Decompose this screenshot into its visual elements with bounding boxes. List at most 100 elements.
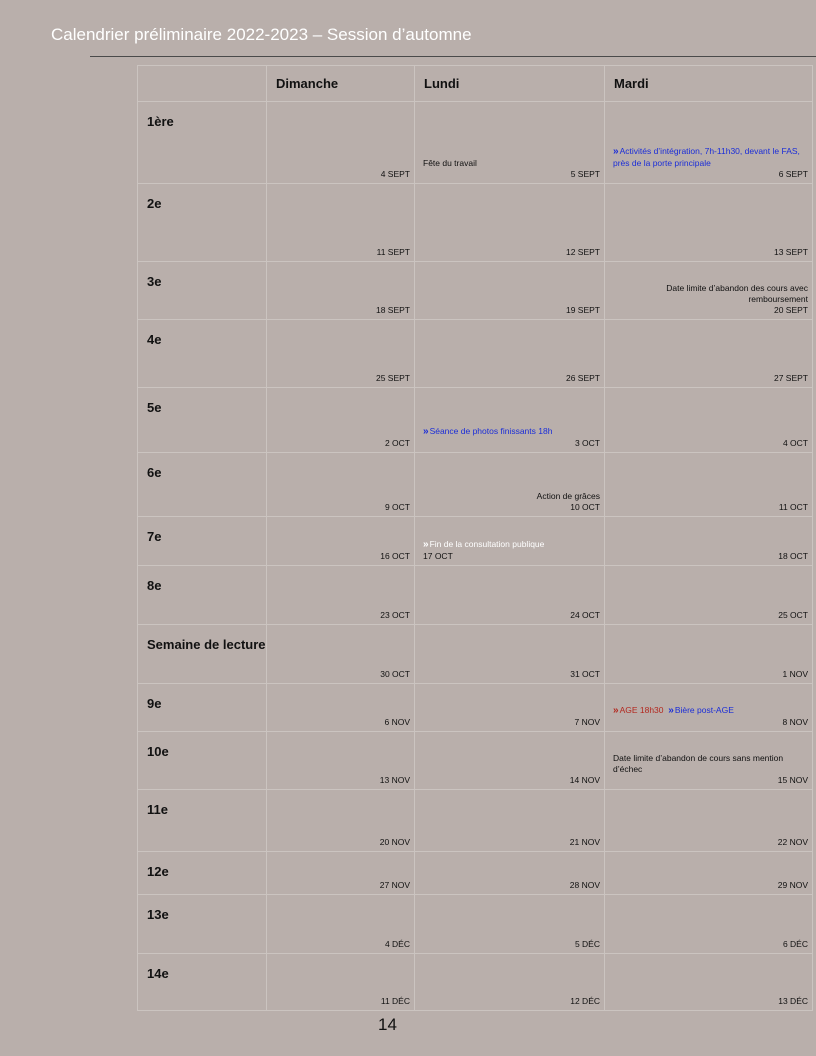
date-label: 6 DÉC bbox=[782, 939, 808, 949]
event-text: Fin de la consultation publique bbox=[429, 539, 545, 549]
week-label: 8e bbox=[147, 578, 162, 593]
tuesday-cell: 29 NOV bbox=[604, 851, 813, 895]
event-text: Séance de photos finissants 18h bbox=[429, 426, 553, 436]
week-cell: 13e bbox=[137, 894, 267, 954]
week-cell: 2e bbox=[137, 183, 267, 262]
arrow-icon: » bbox=[423, 539, 428, 550]
monday-cell: 26 SEPT bbox=[414, 319, 605, 388]
week-label: 6e bbox=[147, 465, 162, 480]
monday-cell: Fête du travail 5 SEPT bbox=[414, 101, 605, 184]
tuesday-cell: 25 OCT bbox=[604, 565, 813, 625]
date-label: 28 NOV bbox=[569, 880, 600, 890]
arrow-icon: » bbox=[668, 705, 673, 716]
date-label: 26 SEPT bbox=[565, 373, 600, 383]
week-row: 6e 9 OCT Action de grâces 10 OCT 11 OCT bbox=[137, 452, 813, 517]
sunday-cell: 25 SEPT bbox=[266, 319, 415, 388]
date-label: 4 OCT bbox=[782, 438, 808, 448]
monday-cell: 21 NOV bbox=[414, 789, 605, 852]
event-note: » Activités d’intégration, 7h-11h30, deva… bbox=[613, 145, 808, 169]
tuesday-cell: 18 OCT bbox=[604, 516, 813, 566]
date-label: 6 NOV bbox=[384, 717, 410, 727]
week-row: 8e 23 OCT 24 OCT 25 OCT bbox=[137, 565, 813, 625]
sunday-cell: 20 NOV bbox=[266, 789, 415, 852]
week-cell: 9e bbox=[137, 683, 267, 732]
date-label: 17 OCT bbox=[423, 551, 453, 561]
date-label: 15 NOV bbox=[777, 775, 808, 785]
sunday-cell: 13 NOV bbox=[266, 731, 415, 790]
date-label: 22 NOV bbox=[777, 837, 808, 847]
date-label: 4 DÉC bbox=[384, 939, 410, 949]
date-label: 8 NOV bbox=[782, 717, 808, 727]
sunday-cell: 4 SEPT bbox=[266, 101, 415, 184]
monday-cell: 12 DÉC bbox=[414, 953, 605, 1011]
week-row: 2e 11 SEPT 12 SEPT 13 SEPT bbox=[137, 183, 813, 262]
date-label: 14 NOV bbox=[569, 775, 600, 785]
tuesday-cell: 22 NOV bbox=[604, 789, 813, 852]
title-divider bbox=[90, 56, 816, 57]
date-label: 5 DÉC bbox=[574, 939, 600, 949]
week-label: 13e bbox=[147, 907, 169, 922]
week-label: 10e bbox=[147, 744, 169, 759]
week-row: 7e 16 OCT » Fin de la consultation publiq… bbox=[137, 516, 813, 566]
date-label: 9 OCT bbox=[384, 502, 410, 512]
event-note: » Fin de la consultation publique bbox=[423, 538, 600, 551]
arrow-icon: » bbox=[423, 426, 428, 437]
date-label: 10 OCT bbox=[570, 502, 600, 512]
date-label: 25 OCT bbox=[778, 610, 808, 620]
week-row: 1ère 4 SEPT Fête du travail 5 SEPT » Acti… bbox=[137, 101, 813, 184]
sunday-cell: 11 DÉC bbox=[266, 953, 415, 1011]
date-label: 31 OCT bbox=[570, 669, 600, 679]
tuesday-cell: 4 OCT bbox=[604, 387, 813, 453]
week-cell: 1ère bbox=[137, 101, 267, 184]
date-label: 12 SEPT bbox=[565, 247, 600, 257]
week-label: 1ère bbox=[147, 114, 174, 129]
week-row: 5e 2 OCT » Séance de photos finissants 18… bbox=[137, 387, 813, 453]
date-label: 21 NOV bbox=[569, 837, 600, 847]
tuesday-cell: 13 SEPT bbox=[604, 183, 813, 262]
date-label: 11 DÉC bbox=[380, 996, 410, 1006]
date-label: 24 OCT bbox=[570, 610, 600, 620]
date-label: 2 OCT bbox=[384, 438, 410, 448]
date-label: 6 SEPT bbox=[778, 169, 808, 179]
date-label: 20 SEPT bbox=[773, 305, 808, 315]
event-note: Date limite d’abandon de cours sans ment… bbox=[613, 752, 784, 774]
monday-cell: 12 SEPT bbox=[414, 183, 605, 262]
date-label: 13 DÉC bbox=[778, 996, 808, 1006]
date-label: 18 SEPT bbox=[375, 305, 410, 315]
week-cell: Semaine de lecture bbox=[137, 624, 267, 684]
week-row: 4e 25 SEPT 26 SEPT 27 SEPT bbox=[137, 319, 813, 388]
week-row: 9e 6 NOV 7 NOV » AGE 18h30 » Bière post-AG… bbox=[137, 683, 813, 732]
header-tuesday: Mardi bbox=[604, 65, 813, 102]
monday-cell: Action de grâces 10 OCT bbox=[414, 452, 605, 517]
tuesday-cell: Date limite d’abandon des cours avec rem… bbox=[604, 261, 813, 320]
header-row: Dimanche Lundi Mardi bbox=[137, 65, 813, 102]
monday-cell: 19 SEPT bbox=[414, 261, 605, 320]
event-note: Date limite d’abandon des cours avec rem… bbox=[666, 282, 808, 304]
tuesday-cell: 11 OCT bbox=[604, 452, 813, 517]
event-note: Fête du travail bbox=[423, 157, 477, 168]
tuesday-cell: 1 NOV bbox=[604, 624, 813, 684]
event-text: AGE 18h30 bbox=[619, 705, 664, 715]
monday-cell: 24 OCT bbox=[414, 565, 605, 625]
week-label: 14e bbox=[147, 966, 169, 981]
header-sunday: Dimanche bbox=[266, 65, 415, 102]
sunday-cell: 2 OCT bbox=[266, 387, 415, 453]
week-label: 12e bbox=[147, 864, 169, 879]
date-label: 13 NOV bbox=[379, 775, 410, 785]
monday-cell: » Séance de photos finissants 18h 3 OCT bbox=[414, 387, 605, 453]
week-label: 7e bbox=[147, 529, 162, 544]
date-label: 4 SEPT bbox=[380, 169, 410, 179]
date-label: 20 NOV bbox=[379, 837, 410, 847]
week-cell: 6e bbox=[137, 452, 267, 517]
monday-cell: 5 DÉC bbox=[414, 894, 605, 954]
monday-cell: 7 NOV bbox=[414, 683, 605, 732]
week-label: 11e bbox=[147, 802, 168, 817]
week-row: 10e 13 NOV 14 NOV Date limite d’abandon … bbox=[137, 731, 813, 790]
week-row: Semaine de lecture 30 OCT 31 OCT 1 NOV bbox=[137, 624, 813, 684]
week-label: 2e bbox=[147, 196, 162, 211]
week-label: 9e bbox=[147, 696, 162, 711]
tuesday-cell: 27 SEPT bbox=[604, 319, 813, 388]
week-cell: 14e bbox=[137, 953, 267, 1011]
sunday-cell: 30 OCT bbox=[266, 624, 415, 684]
date-label: 11 OCT bbox=[778, 502, 808, 512]
